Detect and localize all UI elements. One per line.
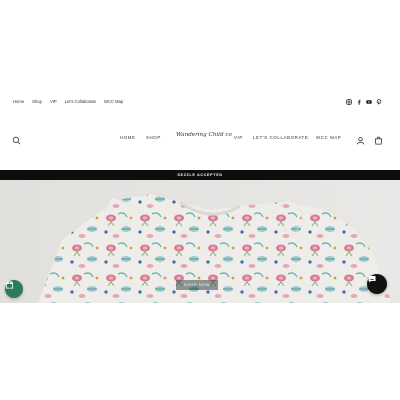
account-icon[interactable] — [356, 132, 365, 145]
nav-vip[interactable]: VIP — [234, 135, 243, 140]
announcement-bar: SEZZLE ACCEPTED — [0, 170, 400, 180]
nav-collaborate[interactable]: LET'S COLLABORATE — [253, 135, 308, 140]
nav-wcc-map[interactable]: WCC MAP — [316, 135, 341, 140]
chat-icon[interactable] — [367, 274, 387, 294]
site-logo[interactable]: Wandering Child co — [176, 132, 232, 138]
utility-link-vip[interactable]: VIP — [50, 99, 57, 104]
youtube-icon[interactable] — [366, 99, 372, 105]
utility-link-collaborate[interactable]: Let's Collaborate — [65, 99, 96, 104]
utility-link-shop[interactable]: Shop — [32, 99, 42, 104]
facebook-icon[interactable] — [356, 99, 362, 105]
hero-banner: SHOP NOW — [0, 180, 400, 303]
utility-link-wcc-map[interactable]: WCC Map — [104, 99, 123, 104]
nav-shop[interactable]: SHOP — [146, 135, 161, 140]
storefront: Home Shop VIP Let's Collaborate WCC Map — [0, 96, 400, 303]
nav-home[interactable]: HOME — [120, 135, 136, 140]
utility-bar: Home Shop VIP Let's Collaborate WCC Map — [0, 96, 400, 108]
instagram-icon[interactable] — [346, 99, 352, 105]
social-links — [346, 99, 382, 105]
page: Home Shop VIP Let's Collaborate WCC Map — [0, 0, 400, 400]
utility-links: Home Shop VIP Let's Collaborate WCC Map — [13, 99, 123, 104]
gift-icon[interactable] — [5, 280, 23, 298]
pinterest-icon[interactable] — [376, 99, 382, 105]
cart-icon[interactable] — [374, 132, 383, 145]
shop-now-button[interactable]: SHOP NOW — [176, 280, 218, 290]
utility-link-home[interactable]: Home — [13, 99, 24, 104]
site-header: HOME SHOP VIP LET'S COLLABORATE WCC MAP … — [0, 126, 400, 150]
